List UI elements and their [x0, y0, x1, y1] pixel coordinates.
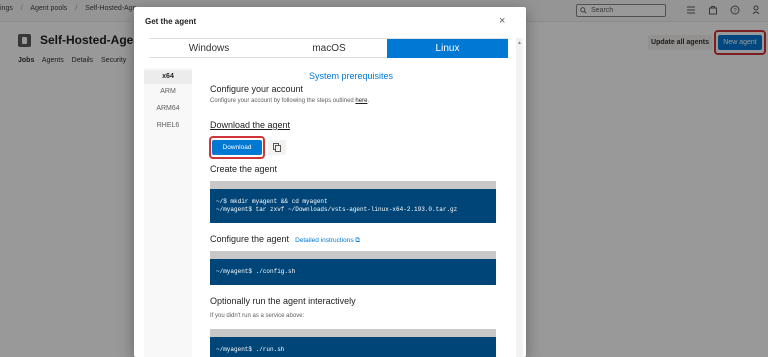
configure-agent-code[interactable]: ~/myagent$ ./config.sh [210, 251, 496, 285]
scroll-up-icon[interactable]: ▲ [517, 40, 522, 46]
download-agent-heading: Download the agent [210, 120, 291, 130]
configure-agent-title: Configure the agent [210, 234, 290, 244]
copy-icon [273, 143, 281, 152]
get-agent-dialog: Get the agent × Windows macOS Linux ▲ x6… [134, 7, 526, 357]
os-tabs: Windows macOS Linux [149, 38, 509, 58]
configure-account-suffix: . [367, 98, 370, 104]
code-body: ~/myagent$ ./config.sh [210, 259, 496, 285]
architecture-list: x64 ARM ARM64 RHEL6 [144, 68, 192, 357]
code-header [210, 329, 496, 337]
arch-item-x64[interactable]: x64 [144, 70, 192, 84]
run-agent-heading: Optionally run the agent interactively [210, 296, 356, 306]
run-agent-code[interactable]: ~/myagent$ ./run.sh [210, 329, 496, 357]
run-agent-subtext: If you didn't run as a service above: [210, 313, 305, 319]
detailed-instructions-link[interactable]: Detailed instructions ⧉ [295, 237, 360, 244]
code-line: ~/$ mkdir myagent && cd myagent [216, 198, 328, 205]
configure-account-text: Configure your account by following the … [210, 98, 369, 104]
create-agent-code[interactable]: ~/$ mkdir myagent && cd myagent ~/myagent… [210, 181, 496, 223]
dialog-title: Get the agent [145, 17, 197, 26]
here-link[interactable]: here [355, 98, 367, 104]
close-icon[interactable]: × [499, 16, 505, 27]
tab-linux[interactable]: Linux [387, 39, 508, 58]
create-agent-heading: Create the agent [210, 164, 278, 174]
system-prerequisites-link[interactable]: System prerequisites [309, 71, 393, 81]
arch-item-arm[interactable]: ARM [144, 85, 192, 99]
tab-macos[interactable]: macOS [269, 39, 389, 58]
code-body: ~/myagent$ ./run.sh [210, 337, 496, 357]
tab-windows[interactable]: Windows [149, 39, 269, 58]
arch-item-rhel6[interactable]: RHEL6 [144, 119, 192, 133]
configure-account-body: Configure your account by following the … [210, 98, 356, 104]
configure-agent-heading: Configure the agent Detailed instructions… [210, 234, 360, 245]
arch-item-arm64[interactable]: ARM64 [144, 102, 192, 116]
code-body: ~/$ mkdir myagent && cd myagent ~/myagent… [210, 189, 496, 223]
copy-link-button[interactable] [268, 140, 286, 155]
configure-account-heading: Configure your account [210, 84, 304, 94]
highlight-download [209, 136, 265, 159]
code-header [210, 181, 496, 189]
scrollbar[interactable] [516, 38, 523, 357]
code-line: ~/myagent$ tar zxvf ~/Downloads/vsts-age… [216, 206, 458, 213]
code-header [210, 251, 496, 259]
